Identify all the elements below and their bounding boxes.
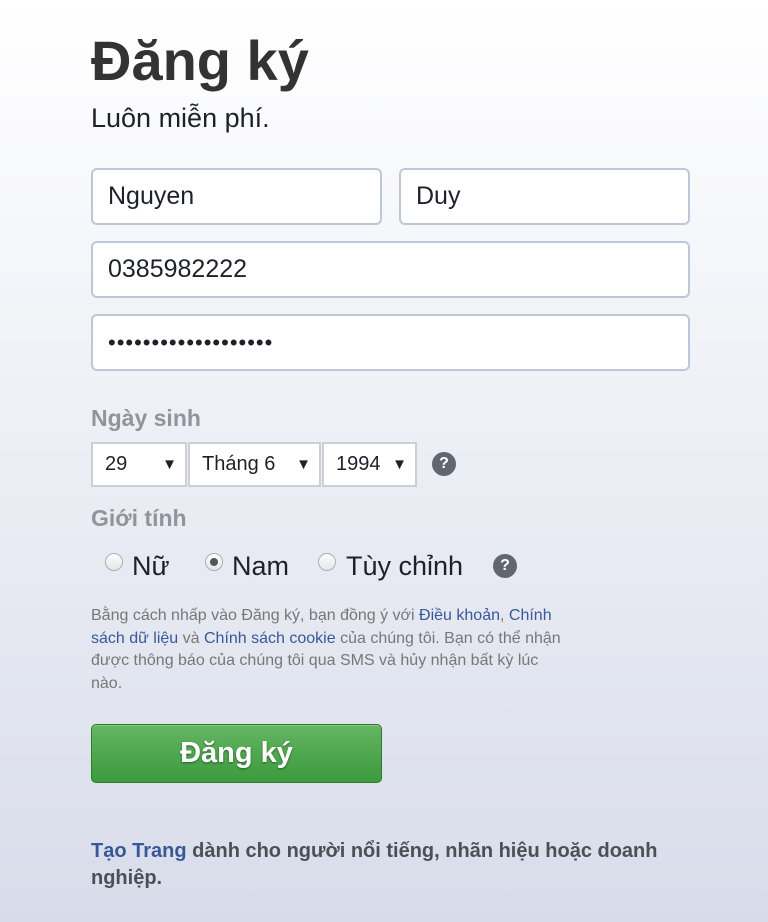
dropdown-arrow-icon: ▼: [296, 456, 311, 473]
birthday-year-select[interactable]: 1994 ▼: [322, 442, 417, 487]
birthday-day-select[interactable]: 29 ▼: [91, 442, 187, 487]
birthday-month-value: Tháng 6: [202, 453, 276, 475]
terms-text: và: [178, 629, 204, 647]
gender-male-label[interactable]: Nam: [232, 551, 289, 582]
gender-female-label[interactable]: Nữ: [132, 551, 170, 582]
gender-female-radio[interactable]: [105, 553, 123, 571]
birthday-day-value: 29: [105, 453, 128, 475]
last-name-field[interactable]: [399, 168, 690, 225]
gender-help-icon[interactable]: ?: [493, 554, 517, 578]
create-page-notice: Tạo Trang dành cho người nổi tiếng, nhãn…: [91, 838, 661, 892]
terms-notice: Bằng cách nhấp vào Đăng ký, bạn đồng ý v…: [91, 605, 571, 695]
gender-male-radio[interactable]: [205, 553, 223, 571]
cookie-policy-link[interactable]: Chính sách cookie: [204, 630, 336, 647]
birthday-help-icon[interactable]: ?: [432, 452, 456, 476]
birthday-month-select[interactable]: Tháng 6 ▼: [188, 442, 321, 487]
birthday-year-value: 1994: [336, 453, 381, 475]
terms-text: ,: [500, 607, 509, 624]
dropdown-arrow-icon: ▼: [392, 456, 407, 473]
page-subtitle: Luôn miễn phí.: [91, 103, 270, 133]
signup-button[interactable]: Đăng ký: [91, 724, 382, 783]
gender-custom-label[interactable]: Tùy chỉnh: [346, 551, 463, 582]
password-field[interactable]: [91, 314, 690, 371]
first-name-field[interactable]: [91, 168, 382, 225]
terms-link[interactable]: Điều khoản: [419, 607, 500, 624]
page-title: Đăng ký: [91, 29, 309, 92]
birthday-label: Ngày sinh: [91, 405, 201, 431]
divider: [91, 812, 690, 813]
gender-custom-radio[interactable]: [318, 553, 336, 571]
dropdown-arrow-icon: ▼: [162, 456, 177, 473]
create-page-link[interactable]: Tạo Trang: [91, 840, 187, 862]
phone-field[interactable]: [91, 241, 690, 298]
terms-text: Bằng cách nhấp vào Đăng ký, bạn đồng ý v…: [91, 607, 420, 624]
gender-label: Giới tính: [91, 505, 187, 531]
